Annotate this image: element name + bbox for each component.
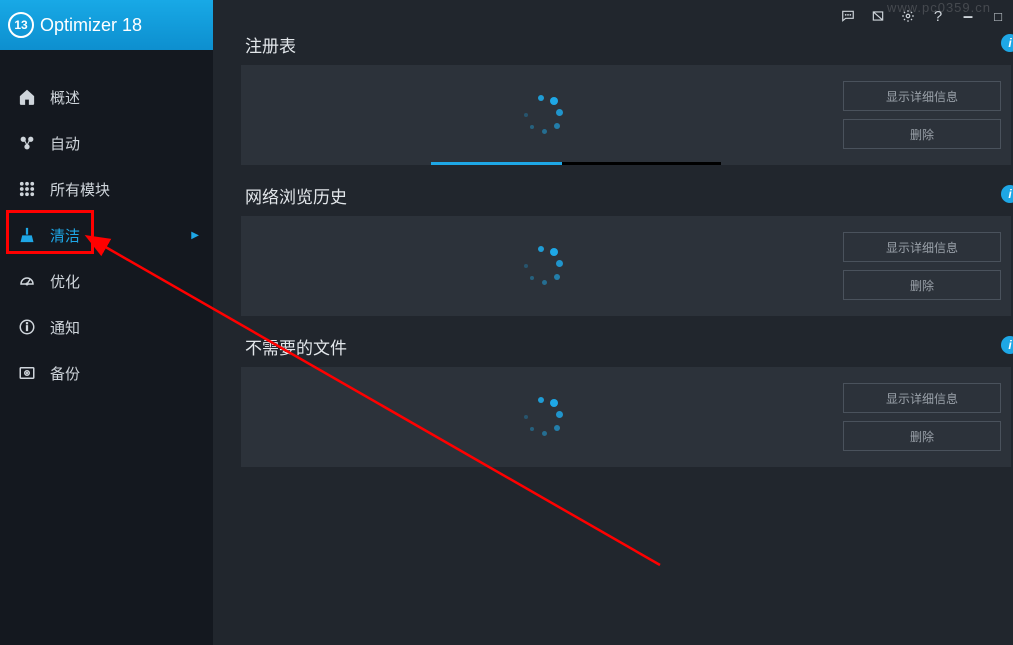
brand-logo-icon: 13 [8,12,34,38]
main-content: 注册表 i [213,0,1013,645]
spinner-icon [520,395,564,439]
minimize-button[interactable]: – [953,1,983,31]
chevron-right-icon: ▶ [191,230,199,241]
app-window: 13 Optimizer 18 概述 自动 所有模块 [0,0,1013,645]
details-button[interactable]: 显示详细信息 [843,81,1001,111]
panel-actions: 显示详细信息 删除 [843,65,1011,165]
help-button[interactable]: ? [923,1,953,31]
home-icon [18,88,36,106]
info-icon [18,318,36,336]
delete-button[interactable]: 删除 [843,421,1001,451]
section-history: 网络浏览历史 i 显示详细信息 删除 [241,183,1011,316]
sidebar-item-label: 通知 [50,317,80,338]
delete-button[interactable]: 删除 [843,270,1001,300]
panel-actions: 显示详细信息 删除 [843,216,1011,316]
section-files: 不需要的文件 i 显示详细信息 删除 [241,334,1011,467]
panel-files: 显示详细信息 删除 [241,367,1011,467]
progress-bar [431,162,721,165]
section-registry: 注册表 i [241,32,1011,165]
sidebar-item-clean[interactable]: 清洁 ▶ [0,212,213,258]
sidebar-item-notify[interactable]: 通知 [0,304,213,350]
brand-title: Optimizer 18 [40,15,142,36]
section-title: 网络浏览历史 [245,183,347,208]
panel-body [241,216,843,316]
backup-icon [18,364,36,382]
maximize-button[interactable]: □ [983,1,1013,31]
info-badge-icon[interactable]: i [1001,185,1013,203]
nav-list: 概述 自动 所有模块 清洁 ▶ [0,50,213,396]
details-button[interactable]: 显示详细信息 [843,232,1001,262]
panel-history: 显示详细信息 删除 [241,216,1011,316]
spinner-icon [520,244,564,288]
section-title: 注册表 [245,32,296,57]
settings-button[interactable] [893,1,923,31]
grid-icon [18,180,36,198]
spinner-icon [520,93,564,137]
sidebar-item-optimize[interactable]: 优化 [0,258,213,304]
sidebar-item-label: 自动 [50,133,80,154]
sidebar: 13 Optimizer 18 概述 自动 所有模块 [0,0,213,645]
progress-fill [431,162,562,165]
section-title: 不需要的文件 [245,334,347,359]
details-button[interactable]: 显示详细信息 [843,383,1001,413]
sidebar-item-auto[interactable]: 自动 [0,120,213,166]
sidebar-item-modules[interactable]: 所有模块 [0,166,213,212]
sidebar-item-label: 备份 [50,363,80,384]
info-badge-icon[interactable]: i [1001,336,1013,354]
news-button[interactable] [863,1,893,31]
brand-header: 13 Optimizer 18 [0,0,213,50]
sidebar-item-label: 优化 [50,271,80,292]
sidebar-item-overview[interactable]: 概述 [0,74,213,120]
section-header: 网络浏览历史 i [241,183,1011,208]
section-header: 不需要的文件 i [241,334,1011,359]
gauge-icon [18,272,36,290]
feedback-button[interactable] [833,1,863,31]
sidebar-item-label: 清洁 [50,225,80,246]
panel-actions: 显示详细信息 删除 [843,367,1011,467]
auto-icon [18,134,36,152]
titlebar: ? – □ [833,0,1013,32]
panel-body [241,65,843,165]
sidebar-item-backup[interactable]: 备份 [0,350,213,396]
delete-button[interactable]: 删除 [843,119,1001,149]
broom-icon [18,226,36,244]
info-badge-icon[interactable]: i [1001,34,1013,52]
panel-registry: 显示详细信息 删除 [241,65,1011,165]
sidebar-item-label: 概述 [50,87,80,108]
panel-body [241,367,843,467]
sidebar-item-label: 所有模块 [50,179,110,200]
section-header: 注册表 i [241,32,1011,57]
